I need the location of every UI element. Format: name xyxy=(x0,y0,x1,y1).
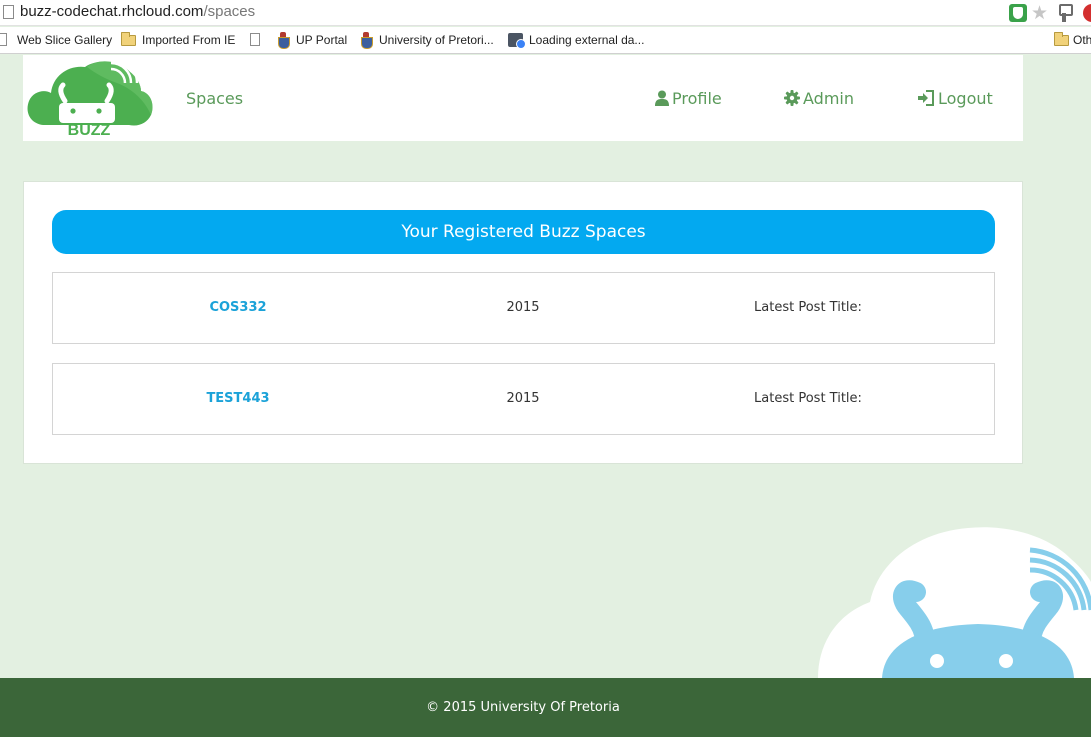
site-header: BUZZ Spaces Profile Admin Logout xyxy=(23,55,1023,141)
buzz-logo[interactable]: BUZZ xyxy=(25,55,155,139)
buzz-mascot-illustration xyxy=(818,527,1091,678)
logo-text: BUZZ xyxy=(68,122,111,139)
latest-post-label: Latest Post Title: xyxy=(754,391,862,406)
bookmark-up-portal[interactable]: UP Portal xyxy=(296,33,347,47)
space-card[interactable]: TEST443 2015 Latest Post Title: xyxy=(52,363,995,435)
space-year: 2015 xyxy=(506,300,540,315)
extension-m-icon[interactable] xyxy=(1009,4,1027,22)
space-name-link[interactable]: TEST443 xyxy=(153,391,323,406)
user-icon xyxy=(655,90,669,106)
nav-profile[interactable]: Profile xyxy=(655,89,722,109)
loading-icon xyxy=(508,33,526,49)
latest-post-label: Latest Post Title: xyxy=(754,300,862,315)
bookmark-university-of-pretoria[interactable]: University of Pretori... xyxy=(379,33,494,47)
extension-red-icon[interactable] xyxy=(1083,4,1091,22)
crest-icon xyxy=(361,32,373,49)
bookmark-imported-from-ie[interactable]: Imported From IE xyxy=(142,33,235,47)
page-icon[interactable] xyxy=(250,33,260,46)
bookmark-star-icon[interactable]: ★ xyxy=(1031,4,1049,23)
site-footer: © 2015 University Of Pretoria xyxy=(0,678,1091,737)
key-icon[interactable] xyxy=(1055,4,1073,22)
page-icon xyxy=(3,5,14,19)
bookmarks-bar: Web Slice Gallery Imported From IE UP Po… xyxy=(0,27,1091,54)
nav-logout[interactable]: Logout xyxy=(917,89,993,109)
nav-spaces[interactable]: Spaces xyxy=(186,89,243,109)
nav-admin-label: Admin xyxy=(803,89,854,108)
panel-title: Your Registered Buzz Spaces xyxy=(52,210,995,254)
url-path: /spaces xyxy=(203,3,256,20)
bookmark-loading-external[interactable]: Loading external da... xyxy=(529,33,644,47)
nav-logout-label: Logout xyxy=(938,89,993,108)
space-card[interactable]: COS332 2015 Latest Post Title: xyxy=(52,272,995,344)
nav-profile-label: Profile xyxy=(672,89,722,108)
bookmark-other[interactable]: Oth xyxy=(1073,33,1091,47)
address-url[interactable]: buzz-codechat.rhcloud.com/spaces xyxy=(20,3,255,21)
gear-icon xyxy=(784,90,800,106)
nav-admin[interactable]: Admin xyxy=(784,89,854,109)
folder-icon xyxy=(121,32,136,46)
spaces-panel: Your Registered Buzz Spaces COS332 2015 … xyxy=(23,181,1023,464)
logout-icon xyxy=(918,90,934,106)
folder-icon xyxy=(1054,32,1069,46)
browser-address-bar[interactable]: buzz-codechat.rhcloud.com/spaces ★ xyxy=(0,0,1091,26)
bookmark-web-slice-gallery[interactable]: Web Slice Gallery xyxy=(17,33,112,47)
crest-icon xyxy=(278,32,290,49)
space-name-link[interactable]: COS332 xyxy=(153,300,323,315)
url-host: buzz-codechat.rhcloud.com xyxy=(20,3,204,20)
space-year: 2015 xyxy=(506,391,540,406)
footer-copyright: © 2015 University Of Pretoria xyxy=(426,700,620,715)
page-icon xyxy=(0,33,7,46)
